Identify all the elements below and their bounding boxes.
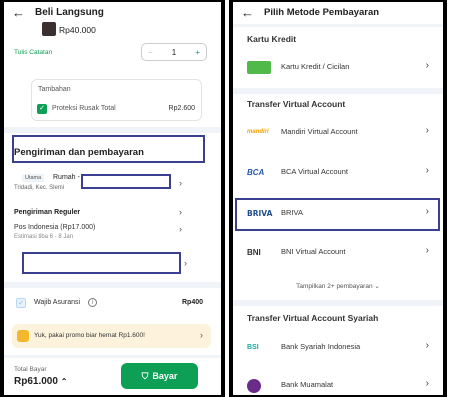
product-price: Rp40.000	[59, 25, 96, 35]
redacted-box	[22, 252, 181, 274]
addon-price: Rp2.600	[168, 105, 195, 112]
info-icon[interactable]: i	[88, 298, 97, 307]
divider	[4, 355, 221, 358]
promo-banner[interactable]: Yuk, pakai promo biar hemat Rp1.600! ›	[12, 324, 211, 348]
method-label: Bank Muamalat	[281, 380, 334, 389]
section-virtual-account: Transfer Virtual Account	[247, 99, 346, 109]
method-muamalat[interactable]: Bank Muamalat ›	[233, 372, 443, 395]
bsi-logo-icon: BSI	[247, 344, 259, 351]
increase-button[interactable]: +	[195, 48, 200, 57]
bni-logo-icon: BNI	[247, 248, 261, 257]
total-label: Total Bayar	[14, 366, 47, 373]
address-badge: Utama	[22, 174, 45, 182]
courier-title: Pengiriman Reguler	[14, 209, 81, 216]
payment-header: ← Pilih Metode Pembayaran	[233, 2, 443, 22]
show-more-link[interactable]: Tampilkan 2+ pembayaran ⌄	[233, 282, 443, 290]
notes-link[interactable]: Tulis Catatan	[14, 49, 52, 56]
promo-text: Yuk, pakai promo biar hemat Rp1.600!	[34, 332, 145, 339]
method-credit-card[interactable]: Kartu Kredit / Cicilan ›	[233, 54, 443, 80]
back-arrow-icon[interactable]: ←	[12, 5, 25, 20]
mandiri-logo-icon: mandiri	[247, 129, 269, 135]
method-label: Mandiri Virtual Account	[281, 127, 358, 136]
chevron-right-icon[interactable]: ›	[179, 224, 182, 234]
chevron-right-icon: ›	[425, 165, 429, 176]
redacted-box	[81, 174, 171, 189]
insurance-price: Rp400	[181, 299, 203, 306]
method-mandiri[interactable]: mandiri Mandiri Virtual Account ›	[233, 119, 443, 145]
addon-checkbox[interactable]: ✓	[37, 104, 47, 114]
courier-service: Pos Indonesia (Rp17.000)	[14, 224, 96, 231]
shield-icon: ⛉	[141, 370, 149, 381]
method-label: BCA Virtual Account	[281, 167, 348, 176]
total-value[interactable]: Rp61.000 ⌃	[14, 376, 67, 387]
insurance-label: Wajib Asuransi	[34, 299, 81, 306]
chevron-right-icon: ›	[425, 245, 429, 256]
pay-button[interactable]: ⛉ Bayar	[121, 363, 198, 389]
page-title: Beli Langsung	[35, 6, 104, 18]
address-name: Rumah -	[53, 174, 80, 181]
chevron-right-icon: ›	[425, 340, 429, 351]
product-thumbnail	[42, 22, 56, 36]
bca-logo-icon: BCA	[247, 168, 265, 177]
divider	[233, 88, 443, 94]
chevron-right-icon: ›	[425, 60, 429, 71]
method-label: BNI Virtual Account	[281, 247, 346, 256]
checkout-screen: ← Beli Langsung Rp40.000 Tulis Catatan −…	[4, 2, 221, 395]
quantity-stepper[interactable]: − 1 +	[141, 43, 207, 61]
highlight-box	[235, 198, 440, 231]
chevron-right-icon[interactable]: ›	[184, 258, 187, 268]
chevron-up-icon: ⌃	[60, 377, 68, 386]
divider	[233, 24, 443, 27]
addon-label: Proteksi Rusak Total	[52, 105, 116, 112]
back-arrow-icon[interactable]: ←	[241, 5, 254, 20]
muamalat-logo-icon	[247, 379, 261, 393]
chevron-down-icon: ⌄	[374, 283, 380, 290]
promo-icon	[17, 330, 29, 342]
method-bca[interactable]: BCA BCA Virtual Account ›	[233, 159, 443, 185]
checkout-header: ← Beli Langsung	[4, 2, 221, 22]
address-line: Tridadi, Kec. Slemi	[14, 185, 65, 191]
show-more-label: Tampilkan 2+ pembayaran	[296, 283, 373, 290]
method-bni[interactable]: BNI BNI Virtual Account ›	[233, 239, 443, 265]
payment-method-screen: ← Pilih Metode Pembayaran Kartu Kredit K…	[233, 2, 443, 395]
courier-eta: Estimasi tiba 6 - 8 Jan	[14, 234, 74, 240]
insurance-checkbox[interactable]: ✓	[16, 298, 26, 308]
section-credit-card: Kartu Kredit	[247, 34, 297, 44]
quantity-value: 1	[171, 47, 177, 57]
divider	[233, 300, 443, 306]
pay-label: Bayar	[152, 371, 178, 381]
chevron-right-icon: ›	[425, 125, 429, 136]
divider	[4, 282, 221, 288]
highlight-box	[12, 135, 205, 163]
page-title: Pilih Metode Pembayaran	[264, 6, 380, 18]
addon-card: Tambahan ✓ Proteksi Rusak Total Rp2.600	[31, 79, 202, 121]
chevron-right-icon: ›	[200, 330, 203, 340]
method-label: Bank Syariah Indonesia	[281, 342, 361, 351]
chevron-right-icon[interactable]: ›	[179, 207, 182, 217]
decrease-button[interactable]: −	[148, 48, 153, 57]
method-bsi[interactable]: BSI Bank Syariah Indonesia ›	[233, 334, 443, 360]
credit-card-icon	[247, 61, 271, 74]
method-label: Kartu Kredit / Cicilan	[281, 62, 350, 71]
addon-title: Tambahan	[38, 86, 71, 93]
chevron-right-icon[interactable]: ›	[179, 178, 182, 188]
section-virtual-account-syariah: Transfer Virtual Account Syariah	[247, 313, 379, 323]
chevron-right-icon: ›	[425, 378, 429, 389]
divider	[4, 127, 221, 133]
total-amount: Rp61.000	[14, 376, 58, 387]
